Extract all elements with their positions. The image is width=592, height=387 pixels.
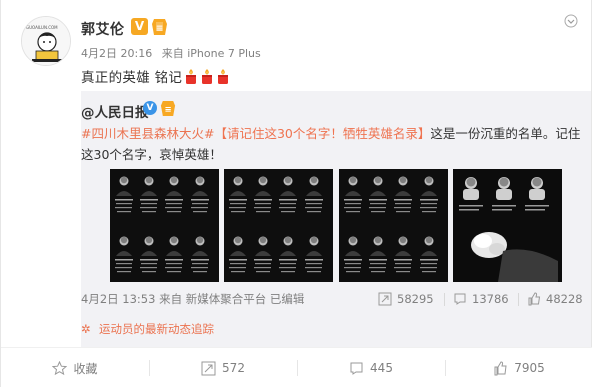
- post-time[interactable]: 4月2日 20:16: [81, 47, 152, 60]
- svg-text:GUOAILUN.COM: GUOAILUN.COM: [26, 25, 58, 30]
- action-bar: 收藏 572 445 7905: [1, 347, 592, 387]
- post-text-content: 真正的英雄 铭记: [81, 70, 183, 86]
- repost-image-2[interactable]: [224, 169, 333, 282]
- favorite-button[interactable]: 收藏: [1, 348, 149, 387]
- like-button[interactable]: 7905: [445, 348, 592, 387]
- related-link[interactable]: ✲ 运动员的最新动态追踪: [81, 321, 214, 337]
- author-name[interactable]: 郭艾伦: [81, 19, 125, 39]
- hashtag-link[interactable]: #四川木里县森林大火#: [81, 126, 214, 141]
- thumbs-up-icon: [528, 292, 541, 306]
- repost-source-prefix: 来自: [159, 292, 183, 306]
- forward-icon: [201, 361, 216, 375]
- member-level-icon: ≡: [160, 100, 176, 116]
- forward-icon: [378, 292, 392, 306]
- repost-like-count[interactable]: 48228: [527, 290, 583, 308]
- member-level-icon: ≡: [152, 19, 167, 35]
- candle-icon: [218, 69, 229, 84]
- repost-button[interactable]: 572: [149, 348, 297, 387]
- comment-icon: [350, 362, 363, 375]
- post-text: 真正的英雄 铭记: [81, 66, 230, 86]
- candle-icon: [186, 69, 197, 84]
- svg-text:≡: ≡: [156, 24, 164, 34]
- edited-label[interactable]: 已编辑: [270, 292, 305, 306]
- repost-image-4[interactable]: [453, 169, 562, 282]
- divider: [518, 293, 519, 306]
- candle-icon: [202, 69, 213, 84]
- source-prefix: 来自: [161, 47, 184, 60]
- repost-source[interactable]: 新媒体聚合平台: [186, 292, 267, 306]
- divider: [444, 293, 445, 306]
- post-meta: 4月2日 20:16 来自 iPhone 7 Plus: [81, 45, 261, 61]
- repost-time[interactable]: 4月2日 13:53: [81, 292, 155, 306]
- post-source[interactable]: iPhone 7 Plus: [187, 47, 261, 60]
- repost-comment-count[interactable]: 13786: [453, 290, 509, 308]
- comment-icon: [454, 293, 466, 305]
- svg-text:≡: ≡: [164, 104, 171, 114]
- verified-blue-v-icon: V: [143, 101, 157, 115]
- repost-author[interactable]: @人民日报: [81, 101, 149, 121]
- repost-text: #四川木里县森林大火#【请记住这30个名字！牺牲英雄名录】这是一份沉重的名单。记…: [81, 123, 586, 165]
- reposted-weibo: @人民日报 V ≡ #四川木里县森林大火#【请记住这30个名字！牺牲英雄名录】这…: [81, 91, 591, 347]
- repost-footer: 4月2日 13:53 来自 新媒体聚合平台 已编辑 58295 13786 48…: [81, 290, 591, 312]
- snowflake-icon: ✲: [81, 322, 91, 336]
- verified-v-icon: V: [131, 18, 148, 35]
- repost-forward-count[interactable]: 58295: [378, 290, 434, 308]
- weibo-card: GUOAILUN.COM 郭艾伦 V ≡ 4月2日 20:16 来自 iPhon…: [0, 0, 592, 387]
- candle-emojis: [182, 69, 230, 86]
- author-avatar[interactable]: GUOAILUN.COM: [21, 16, 71, 66]
- repost-image-3[interactable]: [339, 169, 448, 282]
- chevron-down-icon[interactable]: [563, 14, 579, 30]
- repost-image-1[interactable]: [110, 169, 219, 282]
- comment-button[interactable]: 445: [297, 348, 445, 387]
- star-icon: [52, 360, 68, 375]
- bracket-title: 【请记住这30个名字！牺牲英雄名录】: [214, 126, 431, 141]
- thumbs-up-icon: [494, 360, 507, 375]
